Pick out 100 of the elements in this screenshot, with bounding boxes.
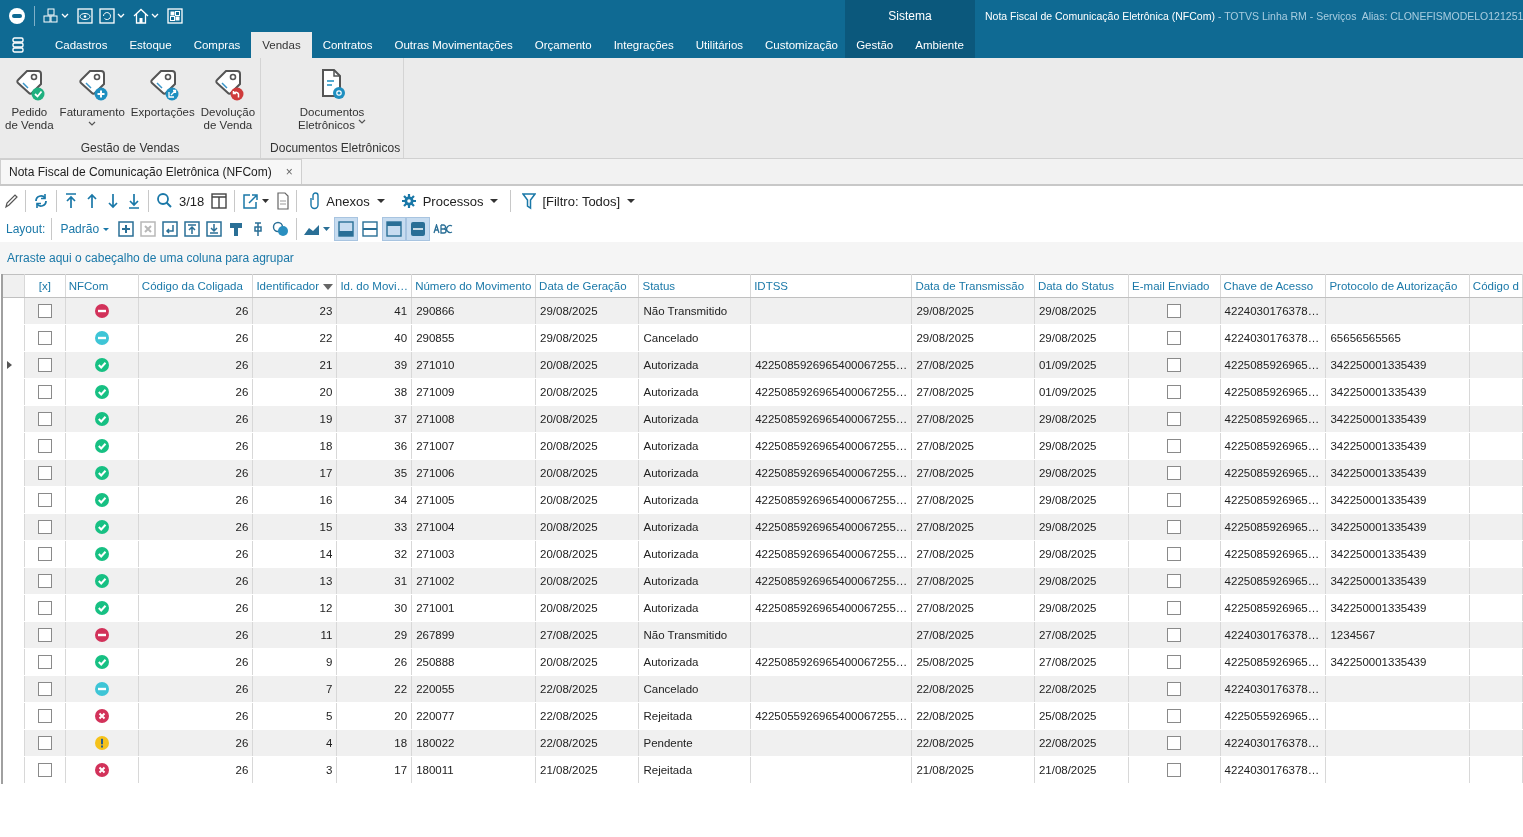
checkbox[interactable] [1167, 466, 1182, 480]
menu-icon[interactable] [12, 37, 24, 53]
column-header[interactable]: E-mail Enviado [1128, 274, 1221, 298]
dashboard-icon[interactable] [167, 8, 183, 24]
checkbox[interactable] [1167, 358, 1182, 372]
export-icon[interactable] [242, 192, 271, 210]
column-header[interactable]: NFCom [65, 274, 139, 298]
return-icon[interactable] [162, 221, 179, 237]
column-header[interactable]: Data de Geração [535, 274, 639, 298]
checkbox[interactable] [1167, 763, 1182, 777]
checkbox[interactable] [37, 574, 52, 588]
column-header[interactable]: Identificador [252, 274, 337, 298]
column-header[interactable]: Status [638, 274, 751, 298]
first-record-icon[interactable] [64, 192, 78, 210]
apps-icon[interactable] [43, 8, 71, 24]
arrow-up-icon[interactable] [85, 192, 99, 210]
menu-tab[interactable]: Contratos [311, 32, 384, 58]
column-header[interactable]: IDTSS [750, 274, 912, 298]
checkbox[interactable] [1167, 331, 1182, 345]
layout-toggle[interactable] [382, 217, 407, 241]
add-row-icon[interactable] [118, 221, 135, 237]
move-bottom-icon[interactable] [206, 221, 223, 237]
layout-dropdown[interactable]: Padrão [58, 222, 113, 236]
layout-toggle[interactable] [406, 217, 431, 241]
checkbox[interactable] [1167, 574, 1182, 588]
column-header[interactable]: Código d [1469, 274, 1523, 298]
move-top-icon[interactable] [184, 221, 201, 237]
checkbox[interactable] [37, 655, 52, 669]
checkbox[interactable] [37, 520, 52, 534]
checkbox[interactable] [1167, 493, 1182, 507]
toolbar-menu[interactable]: [Filtro: Todos] [518, 192, 641, 210]
ribbon-button[interactable]: Faturamento [57, 58, 127, 141]
checkbox[interactable] [1167, 709, 1182, 723]
ribbon-button[interactable]: Documentos Eletrônicos [296, 58, 369, 141]
refresh-icon[interactable] [33, 192, 49, 210]
menu-tab[interactable]: Cadastros [44, 32, 119, 58]
shapes-icon[interactable] [272, 221, 291, 237]
checkbox[interactable] [37, 736, 52, 750]
edit-icon[interactable] [4, 192, 18, 210]
checkbox[interactable] [1167, 736, 1182, 750]
checkbox[interactable] [1167, 304, 1182, 318]
checkbox[interactable] [1167, 412, 1182, 426]
home-icon[interactable] [133, 8, 161, 24]
menu-tab[interactable]: Integrações [602, 32, 685, 58]
menu-tab[interactable]: Compras [182, 32, 252, 58]
document-icon[interactable] [277, 192, 290, 210]
document-tab[interactable]: Nota Fiscal de Comunicação Eletrônica (NFCom) × [0, 159, 302, 184]
search-icon[interactable] [156, 192, 172, 210]
column-header[interactable]: Protocolo de Autorização [1325, 274, 1470, 298]
column-header[interactable]: [x] [24, 274, 66, 298]
checkbox[interactable] [37, 763, 52, 777]
checkbox[interactable] [37, 628, 52, 642]
menu-tab[interactable]: Estoque [118, 32, 183, 58]
checkbox[interactable] [1167, 385, 1182, 399]
checkbox[interactable] [37, 682, 52, 696]
table-cell: 20/08/2025 [535, 594, 639, 622]
toolbar-menu[interactable]: Anexos [304, 192, 390, 210]
ribbon-button[interactable]: Devolução de Venda [198, 58, 258, 141]
checkbox[interactable] [37, 547, 52, 561]
toolbar-menu[interactable]: Processos [396, 192, 504, 210]
eye-icon[interactable] [77, 8, 93, 24]
layout-toggle[interactable] [334, 217, 359, 241]
last-record-icon[interactable] [127, 192, 141, 210]
checkbox[interactable] [37, 466, 52, 480]
logo-icon[interactable] [8, 7, 26, 25]
column-header[interactable]: Código da Coligada [138, 274, 253, 298]
ribbon-button[interactable]: Pedido de Venda [3, 58, 56, 141]
columns-icon[interactable] [211, 192, 228, 210]
checkbox[interactable] [37, 493, 52, 507]
checkbox[interactable] [37, 439, 52, 453]
paint-roller-icon[interactable] [228, 221, 245, 237]
checkbox[interactable] [1167, 601, 1182, 615]
checkbox[interactable] [37, 331, 52, 345]
checkbox[interactable] [37, 601, 52, 615]
column-header[interactable]: Data do Status [1034, 274, 1129, 298]
checkbox[interactable] [1167, 547, 1182, 561]
menu-tab[interactable]: Outras Movimentações [383, 32, 524, 58]
spellcheck-icon[interactable] [433, 224, 454, 234]
menu-tab[interactable]: Utilitários [684, 32, 755, 58]
checkbox[interactable] [1167, 520, 1182, 534]
arrow-down-icon[interactable] [106, 192, 120, 210]
close-icon[interactable]: × [285, 165, 293, 179]
checkbox[interactable] [1167, 628, 1182, 642]
checkbox[interactable] [37, 358, 52, 372]
menu-tab[interactable]: Ambiente [904, 32, 975, 58]
checkbox[interactable] [1167, 439, 1182, 453]
checkbox[interactable] [37, 385, 52, 399]
checkbox[interactable] [1167, 655, 1182, 669]
ribbon-button[interactable]: Exportações [128, 58, 197, 141]
refresh-icon[interactable] [99, 8, 127, 24]
checkbox[interactable] [37, 709, 52, 723]
menu-tab[interactable]: Vendas [251, 32, 312, 58]
column-header[interactable]: Data de Transmissão [911, 274, 1035, 298]
column-header[interactable]: Chave de Acesso [1220, 274, 1326, 298]
checkbox[interactable] [1167, 682, 1182, 696]
column-header[interactable]: Id. do Movi… [336, 274, 412, 298]
menu-tab[interactable]: Orçamento [523, 32, 603, 58]
column-header[interactable]: Número do Movimento [411, 274, 536, 298]
checkbox[interactable] [37, 412, 52, 426]
checkbox[interactable] [37, 304, 52, 318]
